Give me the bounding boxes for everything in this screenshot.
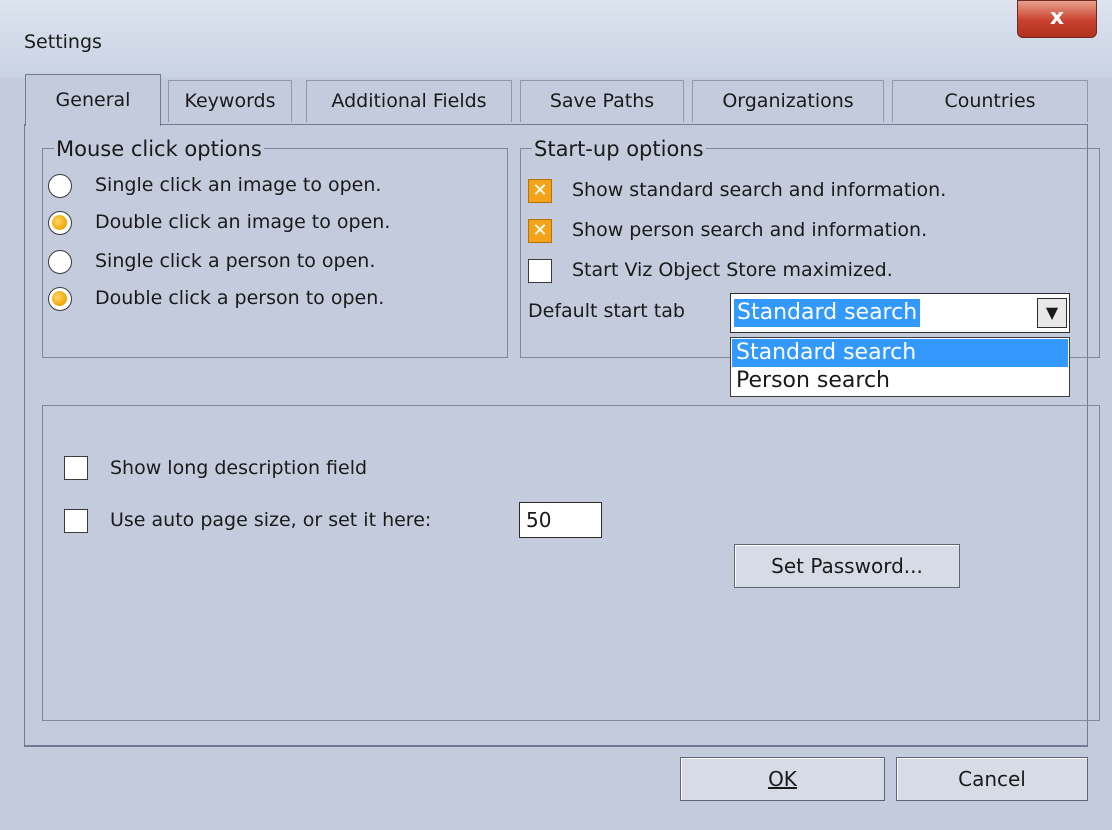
cancel-button[interactable]: Cancel	[896, 757, 1088, 801]
checkbox-long-description[interactable]	[64, 456, 88, 480]
checkbox-show-standard-search[interactable]: ✕	[528, 179, 552, 203]
tab-organizations[interactable]: Organizations	[692, 80, 884, 122]
page-size-input[interactable]: 50	[519, 502, 602, 538]
checkbox-label: Use auto page size, or set it here:	[110, 509, 432, 531]
checkbox-label: Start Viz Object Store maximized.	[572, 259, 893, 281]
radio-label: Double click an image to open.	[95, 211, 391, 233]
tab-countries[interactable]: Countries	[892, 80, 1088, 122]
radio-label: Single click an image to open.	[95, 174, 382, 196]
radio-double-click-image[interactable]	[48, 211, 72, 235]
footer-divider	[24, 746, 1088, 747]
tab-general[interactable]: General	[25, 74, 161, 126]
checkbox-label: Show standard search and information.	[572, 179, 947, 201]
cancel-label: Cancel	[958, 767, 1026, 791]
tab-additional-fields[interactable]: Additional Fields	[306, 80, 512, 122]
checkbox-start-maximized[interactable]	[528, 259, 552, 283]
title-bar	[0, 0, 1112, 78]
tab-save-paths[interactable]: Save Paths	[520, 80, 684, 122]
startup-legend: Start-up options	[532, 137, 706, 161]
window-title: Settings	[24, 31, 102, 53]
radio-label: Double click a person to open.	[95, 287, 385, 309]
default-start-tab-label: Default start tab	[528, 300, 685, 322]
chevron-down-icon[interactable]: ▼	[1037, 298, 1067, 328]
checkbox-label: Show long description field	[110, 457, 368, 479]
default-start-tab-dropdown: Standard search Person search	[730, 337, 1070, 397]
close-icon: x	[1049, 5, 1065, 30]
radio-double-click-person[interactable]	[48, 287, 72, 311]
default-start-tab-value: Standard search	[734, 299, 921, 327]
default-start-tab-select[interactable]: Standard search ▼	[730, 293, 1070, 333]
ok-button[interactable]: OK	[680, 757, 885, 801]
checkbox-label: Show person search and information.	[572, 219, 928, 241]
dropdown-option-standard-search[interactable]: Standard search	[732, 339, 1068, 367]
radio-single-click-person[interactable]	[48, 250, 72, 274]
tab-keywords[interactable]: Keywords	[168, 80, 292, 122]
radio-single-click-image[interactable]	[48, 174, 72, 198]
checkbox-show-person-search[interactable]: ✕	[528, 219, 552, 243]
dropdown-option-person-search[interactable]: Person search	[732, 367, 1068, 395]
checkbox-auto-page-size[interactable]	[64, 509, 88, 533]
radio-label: Single click a person to open.	[95, 250, 376, 272]
set-password-button[interactable]: Set Password...	[734, 544, 960, 588]
ok-label: OK	[768, 767, 797, 791]
mouse-click-legend: Mouse click options	[54, 137, 264, 161]
close-button[interactable]: x	[1017, 0, 1097, 38]
